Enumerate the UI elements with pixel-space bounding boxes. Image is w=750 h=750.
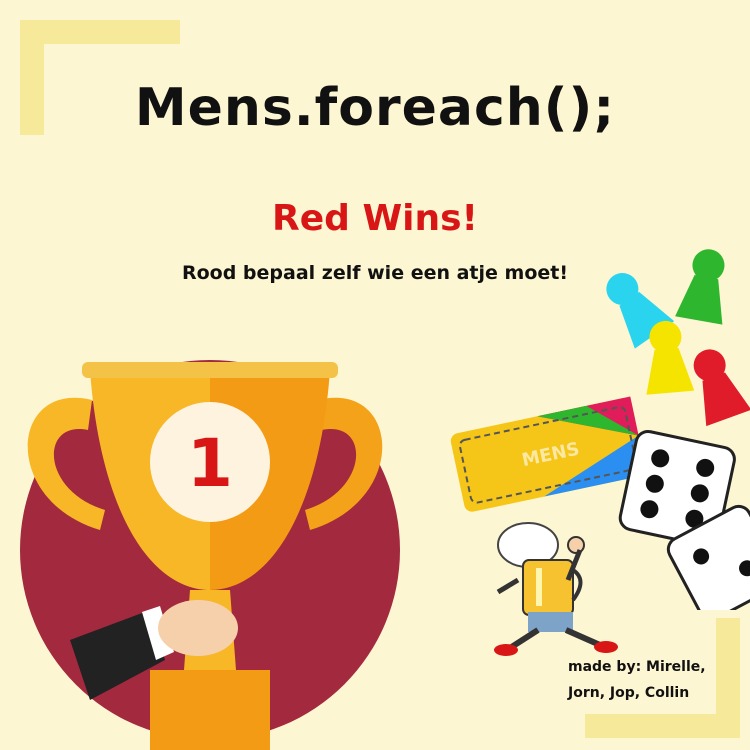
- trophy-rim: [82, 362, 338, 378]
- trophy-icon: 1: [20, 360, 400, 750]
- dice-icon: [618, 429, 750, 610]
- rank-number: 1: [187, 425, 233, 502]
- credits-line-1: made by: Mirelle,: [568, 659, 706, 675]
- credits-line-2: Jorn, Jop, Collin: [568, 685, 690, 701]
- hand: [158, 600, 238, 656]
- beer-mascot-icon: [494, 522, 618, 656]
- pawn-red-icon: [693, 349, 750, 427]
- trophy-base: [150, 670, 270, 750]
- pawn-green-icon: [675, 249, 725, 325]
- corner-bracket-top: [20, 20, 180, 44]
- game-title: Mens.foreach();: [134, 78, 616, 138]
- credits: made by: Mirelle, Jorn, Jop, Collin: [568, 654, 738, 706]
- result-text: Red Wins!: [272, 198, 478, 239]
